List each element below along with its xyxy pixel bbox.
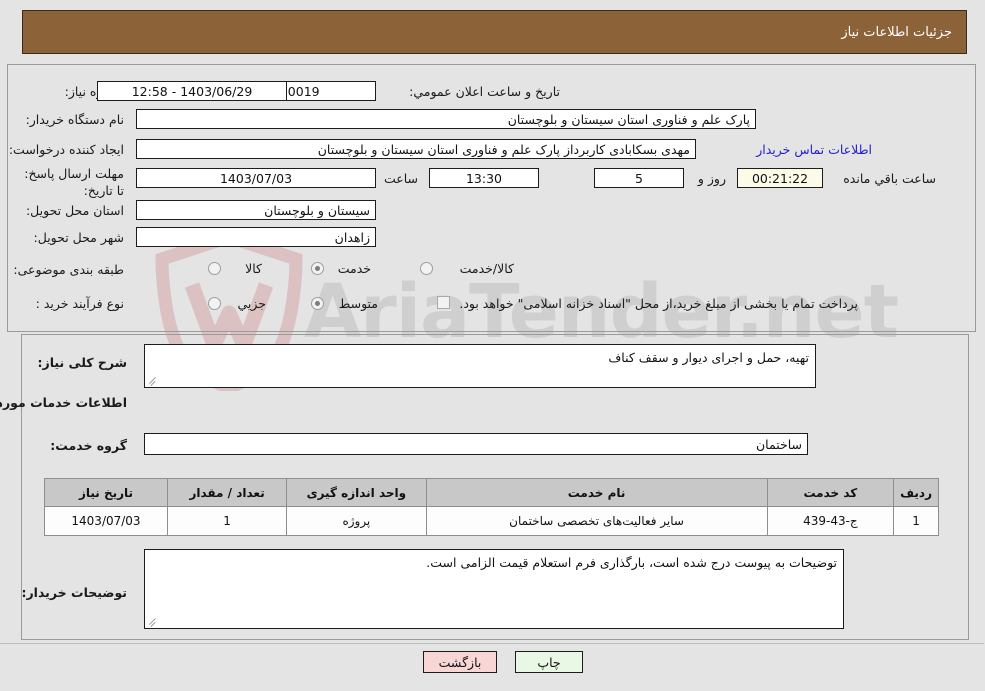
general-desc-text: تهیه، حمل و اجرای دیوار و سقف کناف (609, 350, 810, 365)
label-islamic-treasury: پرداخت تمام یا بخشی از مبلغ خرید،از محل … (460, 296, 859, 311)
page-title-bar: جزئیات اطلاعات نیاز (23, 10, 968, 54)
back-button[interactable]: بازگشت (424, 651, 498, 673)
table-header-row: ردیف کد خدمت نام خدمت واحد اندازه گیری ت… (45, 478, 940, 507)
label-announce-datetime: تاریخ و ساعت اعلان عمومي: (410, 84, 561, 99)
label-service-group: گروه خدمت: (51, 438, 128, 453)
cell-quantity: 1 (167, 506, 289, 536)
col-row: ردیف (894, 478, 940, 507)
page-title: جزئیات اطلاعات نیاز (842, 24, 953, 40)
label-process-jozee: جزیي (238, 296, 267, 311)
cell-service-code: ج-43-439 (767, 506, 896, 536)
label-subject-category: طبقه بندی موضوعی: (14, 262, 125, 277)
page-root: AriaTender.net جزئیات اطلاعات نیاز شماره… (0, 0, 985, 691)
label-buyer-notes: توضیحات خریدار: (22, 585, 128, 600)
label-hours-remaining: ساعت باقي مانده (844, 171, 937, 186)
field-deadline-date[interactable]: 1403/07/03 (137, 168, 377, 188)
heading-services-info: اطلاعات خدمات مورد نیاز (0, 395, 128, 410)
print-button[interactable]: چاپ (516, 651, 584, 673)
cell-service-name: سایر فعالیت‌های تخصصی ساختمان (426, 506, 769, 536)
col-service-code: کد خدمت (767, 478, 896, 507)
cell-need-date: 1403/07/03 (45, 506, 169, 536)
field-delivery-city[interactable]: زاهدان (137, 227, 377, 247)
checkbox-islamic-treasury[interactable] (438, 296, 451, 309)
label-category-khedmat: خدمت (338, 261, 372, 276)
radio-category-khedmat[interactable] (312, 262, 325, 275)
cell-row: 1 (894, 506, 940, 536)
label-delivery-city: شهر محل تحویل: (34, 230, 125, 245)
field-time-remaining: 00:21:22 (738, 168, 824, 188)
table-row[interactable]: 1 ج-43-439 سایر فعالیت‌های تخصصی ساختمان… (45, 506, 940, 536)
radio-process-jozee[interactable] (209, 297, 222, 310)
need-info-panel (8, 64, 977, 332)
label-purchase-process: نوع فرآیند خرید : (36, 296, 125, 311)
radio-category-kala[interactable] (209, 262, 222, 275)
field-announce-datetime[interactable]: 1403/06/29 - 12:58 (98, 81, 288, 101)
col-need-date: تاریخ نیاز (45, 478, 169, 507)
field-deadline-hour[interactable]: 13:30 (430, 168, 540, 188)
label-hour: ساعت (384, 171, 419, 186)
field-buyer-org[interactable]: پارک علم و فناوری استان سیستان و بلوچستا… (137, 109, 757, 129)
label-general-desc: شرح کلی نیاز: (38, 355, 128, 370)
label-category-kala: کالا (246, 261, 263, 276)
resize-grip-icon[interactable] (149, 375, 159, 386)
label-day-and: روز و (698, 171, 727, 186)
col-unit: واحد اندازه گیری (287, 478, 428, 507)
label-category-kala-khedmat: کالا/خدمت (460, 261, 515, 276)
cell-unit: پروژه (287, 506, 428, 536)
label-buyer-org: نام دستگاه خریدار: (26, 112, 125, 127)
buyer-contact-link[interactable]: اطلاعات تماس خریدار (757, 142, 873, 157)
radio-process-motevaset[interactable] (312, 297, 325, 310)
services-table: ردیف کد خدمت نام خدمت واحد اندازه گیری ت… (45, 478, 940, 536)
label-process-motevaset: متوسط (339, 296, 379, 311)
radio-category-kala-khedmat[interactable] (421, 262, 434, 275)
col-quantity: تعداد / مقدار (167, 478, 289, 507)
field-delivery-province[interactable]: سیستان و بلوچستان (137, 200, 377, 220)
textarea-buyer-notes[interactable]: توضیحات به پیوست درج شده است، بارگذاری ف… (145, 549, 845, 629)
footer-divider (0, 643, 985, 644)
field-service-group[interactable]: ساختمان (145, 433, 809, 455)
label-deadline: مهلت ارسال پاسخ: تا تاریخ: (25, 166, 125, 198)
field-request-creator[interactable]: مهدی بسکابادی کاربرداز پارک علم و فناوری… (137, 139, 697, 159)
buyer-notes-text: توضیحات به پیوست درج شده است، بارگذاری ف… (427, 555, 838, 570)
label-request-creator: ایجاد کننده درخواست: (9, 142, 125, 157)
resize-grip-icon-2[interactable] (149, 616, 159, 627)
field-days-left[interactable]: 5 (595, 168, 685, 188)
textarea-general-desc[interactable]: تهیه، حمل و اجرای دیوار و سقف کناف (145, 344, 817, 388)
label-delivery-province: استان محل تحویل: (26, 203, 125, 218)
col-service-name: نام خدمت (426, 478, 769, 507)
